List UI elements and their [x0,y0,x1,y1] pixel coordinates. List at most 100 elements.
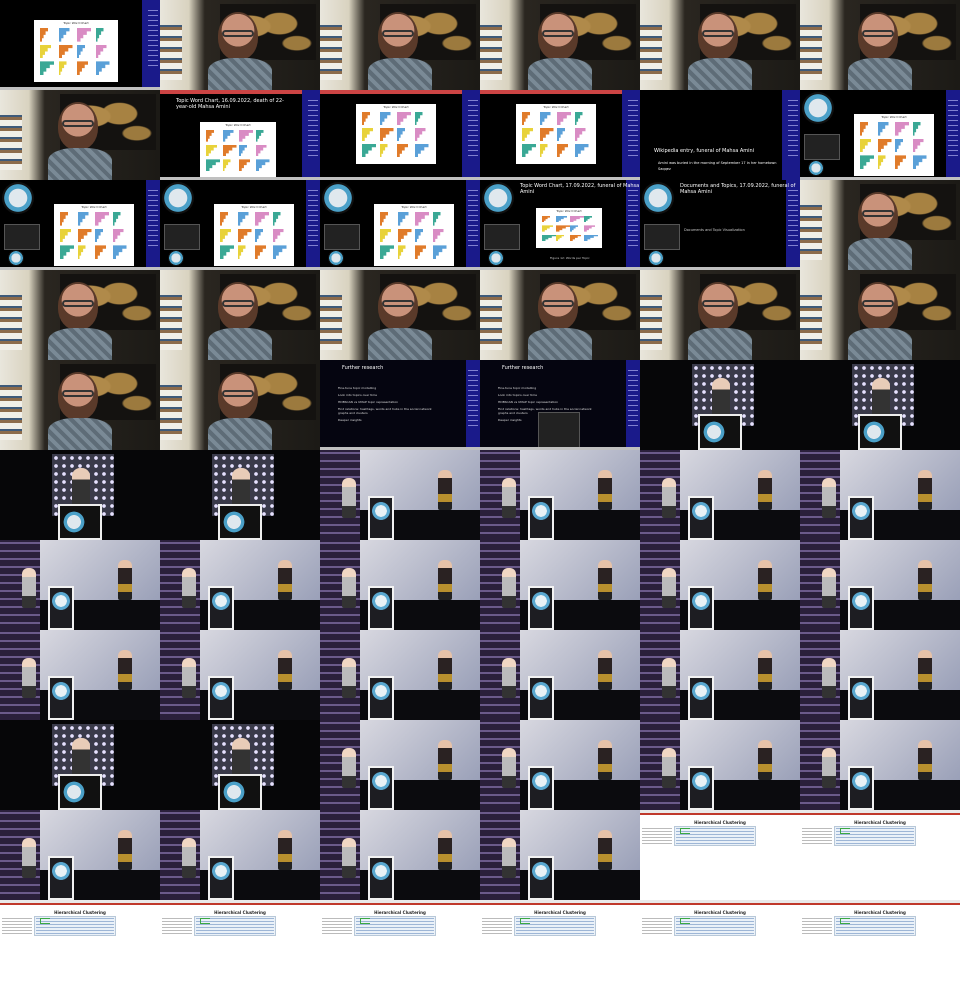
speaker-person [502,658,516,698]
thumbnail-cam[interactable] [800,180,960,270]
thumbnail-cam[interactable] [640,270,800,360]
topic-bar [432,245,447,259]
thumbnail-cam[interactable] [160,0,320,90]
thumbnail-stage[interactable] [160,810,320,900]
thumbnail-speaker[interactable] [0,450,160,540]
thumbnail-dendro[interactable]: Hierarchical Clustering [480,900,640,990]
thumbnail-cam[interactable] [160,270,320,360]
topic-bar [522,128,533,141]
presenter-person [598,740,612,780]
thumbnail-dendro[interactable]: Hierarchical Clustering [320,900,480,990]
thumbnail-cam[interactable] [320,0,480,90]
podium-logo [62,780,86,804]
thumbnail-stage[interactable] [480,450,640,540]
thumbnail-stage[interactable] [160,540,320,630]
topic-bar [574,144,589,157]
presenter-person [918,470,932,510]
thumbnail-stage[interactable] [640,450,800,540]
thumbnail-slide-chart-desktop[interactable]: Topic Word Chart [0,0,160,90]
thumbnail-slide-chart-pip[interactable]: Topic Word Chart [320,180,480,270]
thumbnail-slide-chart[interactable]: Topic Word Chart [320,90,480,180]
thumbnail-cam[interactable] [0,360,160,450]
picture-in-picture-camera [804,134,840,160]
thumbnail-stage[interactable] [800,630,960,720]
thumbnail-stage[interactable] [320,810,480,900]
thumbnail-slide-chart-pip[interactable]: Topic Word Chart [800,90,960,180]
thumbnail-slide-chart[interactable]: Topic Word Chart [480,90,640,180]
thumbnail-dendro[interactable]: Hierarchical Clustering [800,810,960,900]
thumbnail-stage[interactable] [320,540,480,630]
thumbnail-cam[interactable] [160,360,320,450]
webcam-glasses [382,300,414,307]
topic-bar [239,130,253,142]
topic-bar [522,112,530,125]
thumbnail-dendro[interactable]: Hierarchical Clustering [0,900,160,990]
thumbnail-slide-chart-pip[interactable]: Topic Word Chart [160,180,320,270]
speaker-person [662,658,676,698]
thumbnail-slide-further-pip[interactable]: Further research Fine-tune topic modellin… [480,360,640,450]
thumbnail-cam[interactable] [640,0,800,90]
thumbnail-stage[interactable] [480,810,640,900]
thumbnail-stage[interactable] [800,540,960,630]
topic-bar [522,144,536,157]
figure-title: Topic Word Chart [556,209,582,213]
thumbnail-stage[interactable] [0,810,160,900]
thumbnail-slide-further[interactable]: Further research Fine-tune topic modellin… [320,360,480,450]
thumbnail-dendro[interactable]: Hierarchical Clustering [640,900,800,990]
topic-bar [415,245,426,259]
thumbnail-cam[interactable] [0,90,160,180]
thumbnail-stage[interactable] [640,630,800,720]
thumbnail-speaker[interactable] [160,720,320,810]
presenter-person [438,470,452,510]
thumbnail-slide-docs[interactable]: Documents and Topics, 17.09.2022, funera… [640,180,800,270]
thumbnail-stage[interactable] [480,630,640,720]
thumbnail-speaker[interactable] [160,450,320,540]
thumbnail-cam[interactable] [480,270,640,360]
topic-bar [542,216,550,223]
browser-toolbar [480,900,640,905]
thumbnail-speaker[interactable] [640,360,800,450]
thumbnail-dendro[interactable]: Hierarchical Clustering [800,900,960,990]
thumbnail-stage[interactable] [320,630,480,720]
thumbnail-slide-chart-pip[interactable]: Topic Word Chart [0,180,160,270]
thumbnail-speaker[interactable] [800,360,960,450]
speaker-person [342,748,356,788]
podium-logo [52,682,70,700]
figure-title: Topic Word Chart [881,115,907,119]
chaos-logo [2,182,34,214]
thumbnail-slide-chart-funeral[interactable]: Topic Word Chart, 17.09.2022, funeral of… [480,180,640,270]
thumbnail-stage[interactable] [480,540,640,630]
thumbnail-cam[interactable] [800,270,960,360]
thumbnail-cam[interactable] [480,0,640,90]
thumbnail-stage[interactable] [320,720,480,810]
thumbnail-dendro[interactable]: Hierarchical Clustering [640,810,800,900]
figure-title: Topic Word Chart [401,205,427,209]
thumbnail-stage[interactable] [320,450,480,540]
topic-bar [574,112,583,125]
thumbnail-stage[interactable] [640,720,800,810]
thumbnail-dendro[interactable]: Hierarchical Clustering [160,900,320,990]
thumbnail-stage[interactable] [160,630,320,720]
topic-bar [77,61,88,75]
thumbnail-cam[interactable] [320,270,480,360]
webcam-shelf [480,295,502,350]
thumbnail-slide-wiki[interactable]: Wikipedia entry, funeral of Mahsa Amini A… [640,90,800,180]
topic-bar [220,212,228,226]
topic-word-chart-figure: Topic Word Chart [536,208,602,248]
thumbnail-stage[interactable] [800,720,960,810]
thumbnail-stage[interactable] [640,540,800,630]
thumbnail-stage[interactable] [800,450,960,540]
thumbnail-cam[interactable] [0,270,160,360]
thumbnail-speaker[interactable] [0,720,160,810]
podium-logo [52,862,70,880]
thumbnail-cam[interactable] [800,0,960,90]
podium-logo [532,592,550,610]
thumbnail-stage[interactable] [0,630,160,720]
thumbnail-slide-chart-title[interactable]: Topic Word Chart, 16.09.2022, death of 2… [160,90,320,180]
browser-toolbar [160,900,320,905]
thumbnail-stage[interactable] [480,720,640,810]
thumbnail-stage[interactable] [0,540,160,630]
speaker-person [822,748,836,788]
presenter-person [438,830,452,870]
webcam-glasses [62,390,94,397]
